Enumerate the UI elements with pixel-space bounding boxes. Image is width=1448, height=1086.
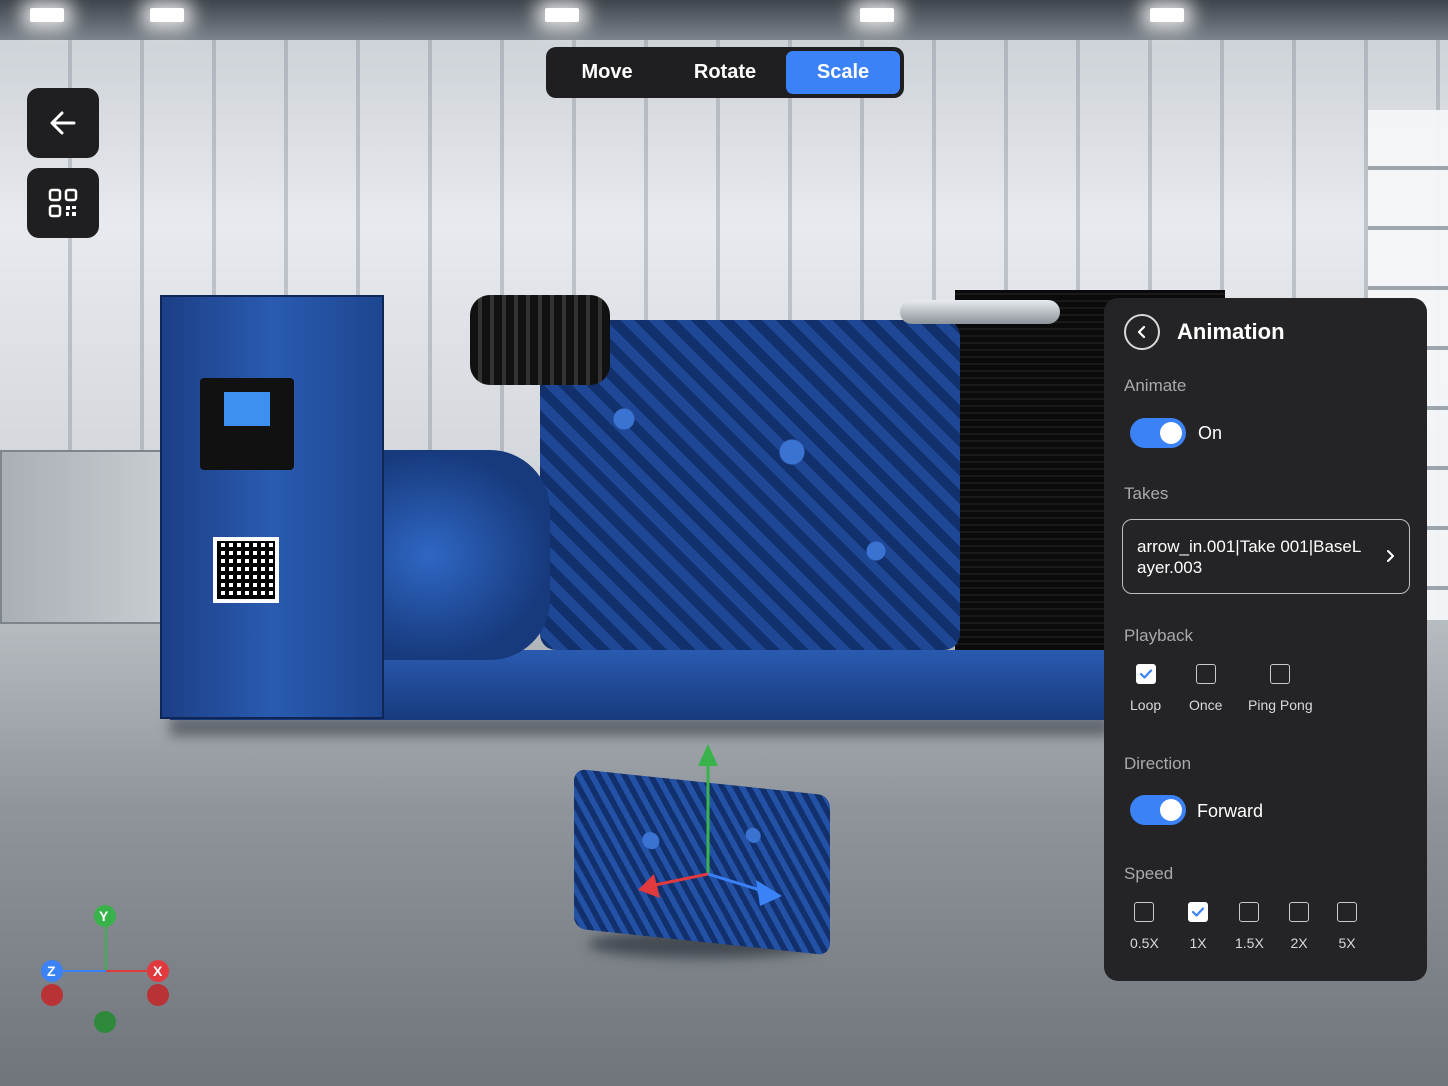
x-axis-label: X	[153, 963, 163, 979]
generator-display	[224, 392, 270, 426]
speed-5x-checkbox[interactable]	[1337, 902, 1357, 922]
checkmark-icon	[1139, 669, 1152, 679]
direction-label: Direction	[1124, 754, 1192, 773]
once-checkbox[interactable]	[1195, 664, 1216, 684]
chevron-left-icon	[1137, 325, 1146, 339]
transform-gizmo[interactable]	[620, 740, 800, 910]
speed-option-1x[interactable]: 1X	[1188, 902, 1208, 951]
ceiling-light	[545, 8, 579, 22]
panel-title: Animation	[1177, 319, 1285, 344]
ping-pong-checkbox[interactable]	[1270, 664, 1291, 684]
warehouse-ceiling	[0, 0, 1448, 40]
generator-control-cabinet	[160, 295, 384, 719]
speed-0-5x-label: 0.5X	[1130, 935, 1159, 951]
speed-2x-label: 2X	[1290, 935, 1308, 951]
generator-air-filter	[470, 295, 610, 385]
speed-label: Speed	[1124, 864, 1174, 883]
playback-option-ping-pong[interactable]: Ping Pong	[1248, 664, 1313, 713]
arrow-left-icon	[50, 111, 76, 135]
direction-toggle[interactable]	[1130, 795, 1186, 825]
loop-checkbox[interactable]	[1135, 664, 1156, 684]
speed-1x-checkbox[interactable]	[1188, 902, 1208, 922]
speed-5x-label: 5X	[1338, 935, 1356, 951]
speed-option-2x[interactable]: 2X	[1289, 902, 1309, 951]
speed-option-1-5x[interactable]: 1.5X	[1235, 902, 1264, 951]
loop-label: Loop	[1130, 697, 1162, 713]
animate-toggle[interactable]	[1130, 418, 1186, 448]
animate-state-label: On	[1198, 423, 1223, 443]
speed-option-5x[interactable]: 5X	[1337, 902, 1357, 951]
z-axis-handle	[756, 880, 782, 906]
rotate-mode-button[interactable]: Rotate	[668, 51, 782, 94]
y-axis-label: Y	[99, 908, 109, 924]
takes-value: arrow_in.001|Take 001|BaseLayer.003	[1137, 537, 1362, 577]
playback-option-once[interactable]: Once	[1189, 664, 1222, 713]
ceiling-light	[860, 8, 894, 22]
ceiling-light	[150, 8, 184, 22]
animate-label: Animate	[1124, 376, 1187, 395]
once-label: Once	[1189, 697, 1223, 713]
direction-state-label: Forward	[1197, 801, 1264, 821]
checkmark-icon	[1191, 907, 1205, 917]
speed-1-5x-checkbox[interactable]	[1239, 902, 1260, 922]
speed-1x-label: 1X	[1189, 935, 1207, 951]
y-axis-handle	[698, 744, 718, 766]
speed-option-0-5x[interactable]: 0.5X	[1130, 902, 1159, 951]
playback-option-loop[interactable]: Loop	[1130, 664, 1161, 713]
takes-label: Takes	[1124, 484, 1169, 503]
qr-code-icon	[48, 188, 78, 218]
animation-panel: Animation Animate On Takes arrow_in.001|…	[1104, 298, 1427, 981]
panel-header: Animation	[1124, 314, 1285, 350]
generator-qr-marker	[213, 537, 279, 603]
takes-select[interactable]: arrow_in.001|Take 001|BaseLayer.003	[1122, 519, 1410, 594]
move-mode-button[interactable]: Move	[550, 51, 664, 94]
speed-2x-checkbox[interactable]	[1289, 902, 1309, 922]
playback-label: Playback	[1124, 626, 1193, 645]
chevron-right-icon	[1387, 550, 1394, 562]
panel-back-button[interactable]	[1124, 314, 1160, 350]
electrical-cabinet	[0, 450, 164, 624]
back-button[interactable]	[27, 88, 99, 158]
x-axis-handle	[638, 874, 660, 898]
scale-mode-button[interactable]: Scale	[786, 51, 900, 94]
transform-mode-toolbar: Move Rotate Scale	[546, 47, 904, 98]
generator-pipe	[900, 300, 1060, 324]
axis-orientation-gizmo[interactable]: Y Z X	[30, 900, 190, 1040]
qr-scan-button[interactable]	[27, 168, 99, 238]
ceiling-light	[1150, 8, 1184, 22]
ping-pong-label: Ping Pong	[1248, 697, 1313, 713]
speed-1-5x-label: 1.5X	[1235, 935, 1264, 951]
ceiling-light	[30, 8, 64, 22]
speed-0-5x-checkbox[interactable]	[1134, 902, 1155, 922]
z-axis-label: Z	[47, 963, 56, 979]
